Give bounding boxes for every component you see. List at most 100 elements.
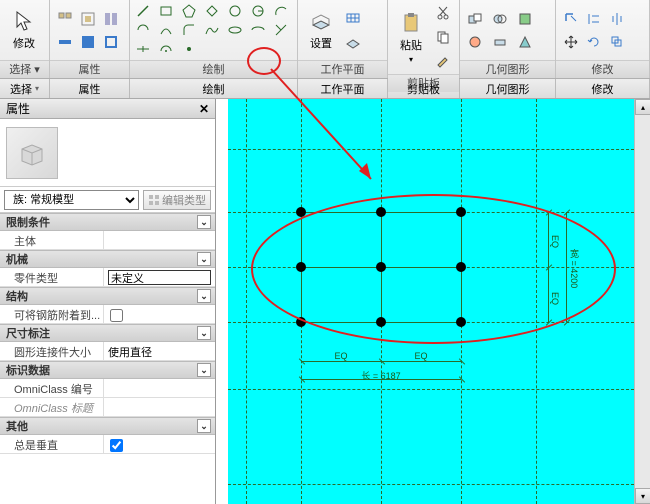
vertical-scrollbar[interactable]: ▴ ▾	[634, 99, 650, 504]
expand-icon[interactable]: ⌄	[197, 215, 211, 229]
workplane-viewer-btn[interactable]	[342, 31, 364, 53]
prop-name: 可将钢筋附着到...	[0, 305, 104, 323]
cat-identity[interactable]: 标识数据⌄	[0, 361, 215, 379]
edit-type-button[interactable]: 编辑类型	[143, 190, 211, 210]
offset-btn[interactable]	[606, 31, 628, 53]
cat-constraints[interactable]: 限制条件⌄	[0, 213, 215, 231]
scroll-down-icon[interactable]: ▾	[635, 488, 650, 504]
partial-ellipse-tool[interactable]	[247, 21, 269, 39]
part-type-input[interactable]	[108, 270, 211, 285]
point-tool[interactable]	[178, 40, 200, 58]
prop-name: OmniClass 编号	[0, 379, 104, 397]
arc-tool[interactable]	[270, 2, 292, 20]
align-btn[interactable]	[560, 8, 582, 30]
circle-tool[interactable]	[224, 2, 246, 20]
prop-row: 圆形连接件大小使用直径	[0, 342, 215, 361]
geom-btn-4[interactable]	[464, 31, 486, 53]
prop-btn-5[interactable]	[77, 31, 99, 53]
match-button[interactable]	[432, 50, 454, 72]
polygon2-tool[interactable]	[201, 2, 223, 20]
prop-btn-2[interactable]	[77, 8, 99, 30]
panel-tab-properties[interactable]: 属性	[50, 79, 130, 98]
move-btn[interactable]	[560, 31, 582, 53]
rebar-checkbox[interactable]	[110, 309, 123, 322]
panel-tab-modify[interactable]: 修改	[556, 79, 650, 98]
panel-tab-geometry[interactable]: 几何图形	[460, 79, 556, 98]
ribbon-group-geometry: 几何图形	[460, 0, 556, 78]
paint-btn[interactable]	[514, 8, 536, 30]
close-icon[interactable]: ✕	[199, 102, 209, 116]
cat-label: 结构	[6, 288, 28, 304]
copy-button[interactable]	[432, 26, 454, 48]
spline-tool[interactable]	[201, 21, 223, 39]
prop-value[interactable]: 使用直径	[104, 342, 215, 360]
geom-btn-6[interactable]	[514, 31, 536, 53]
ribbon-group-modify: 修改	[556, 0, 650, 78]
cut-button[interactable]	[432, 2, 454, 24]
cat-other[interactable]: 其他⌄	[0, 417, 215, 435]
prop-value[interactable]	[104, 379, 215, 397]
expand-icon[interactable]: ⌄	[197, 363, 211, 377]
mirror2-btn[interactable]	[606, 8, 628, 30]
prop-name: 总是垂直	[0, 435, 104, 453]
rotate-btn[interactable]	[583, 31, 605, 53]
panel-tab-select[interactable]: 选择▾	[0, 79, 50, 98]
prop-value[interactable]	[104, 305, 215, 323]
expand-icon[interactable]: ⌄	[197, 326, 211, 340]
cat-dimensions[interactable]: 尺寸标注⌄	[0, 324, 215, 342]
dropdown-icon[interactable]: ▾	[34, 64, 40, 76]
group-title: 几何图形	[460, 60, 555, 78]
cat-label: 机械	[6, 251, 28, 267]
prop-value[interactable]	[104, 268, 215, 286]
workplane-icon	[309, 9, 333, 33]
panel-title: 属性	[6, 100, 30, 117]
prop-btn-4[interactable]	[54, 31, 76, 53]
arc3-tool[interactable]	[155, 21, 177, 39]
geom-btn-5[interactable]	[489, 31, 511, 53]
scroll-up-icon[interactable]: ▴	[635, 99, 650, 115]
show-workplane-btn[interactable]	[342, 7, 364, 29]
line-tool[interactable]	[132, 2, 154, 20]
arc2-tool[interactable]	[132, 21, 154, 39]
prop-btn-6[interactable]	[100, 31, 122, 53]
prop-btn-3[interactable]	[100, 8, 122, 30]
prop-row: OmniClass 标题	[0, 398, 215, 417]
prop-value[interactable]	[104, 435, 215, 453]
prop-value[interactable]	[104, 231, 215, 249]
cat-mechanical[interactable]: 机械 ⌄	[0, 250, 215, 268]
fillet-tool[interactable]	[178, 21, 200, 39]
expand-icon[interactable]: ⌄	[197, 289, 211, 303]
cut-geom-btn[interactable]	[464, 8, 486, 30]
prop-row: 主体	[0, 231, 215, 250]
drawing-canvas[interactable]: EQ EQ 长 = 6187 EQ EQ 宽 = 4200	[216, 99, 634, 504]
expand-icon[interactable]: ⌄	[197, 419, 211, 433]
join-geom-btn[interactable]	[489, 8, 511, 30]
family-type-select[interactable]: 族: 常规模型	[4, 190, 139, 210]
paste-button[interactable]: 粘贴 ▾	[392, 9, 430, 65]
half-arc-tool[interactable]	[155, 40, 177, 58]
button-label: 粘贴	[400, 37, 422, 53]
ellipse-tool[interactable]	[224, 21, 246, 39]
edit-type-icon	[148, 194, 160, 206]
tab-label: 几何图形	[486, 81, 530, 97]
ribbon-group-select: 修改 选择 ▾	[0, 0, 50, 78]
set-workplane-button[interactable]: 设置	[302, 2, 340, 58]
polygon-tool[interactable]	[178, 2, 200, 20]
rect-tool[interactable]	[155, 2, 177, 20]
pick-line2-tool[interactable]	[132, 40, 154, 58]
always-vertical-checkbox[interactable]	[110, 439, 123, 452]
arc-center-tool[interactable]	[247, 2, 269, 20]
type-preview	[0, 119, 215, 187]
prop-btn-1[interactable]	[54, 8, 76, 30]
tab-label: 属性	[79, 81, 101, 97]
group-title: 修改	[556, 60, 649, 78]
group-title: 选择	[9, 64, 31, 76]
pick-line-tool[interactable]	[270, 21, 292, 39]
modify-button[interactable]: 修改	[4, 2, 44, 58]
tab-label: 修改	[592, 81, 614, 97]
prop-value[interactable]	[104, 398, 215, 416]
mirror-btn[interactable]	[583, 8, 605, 30]
expand-icon[interactable]: ⌄	[197, 252, 211, 266]
prop-row: OmniClass 编号	[0, 379, 215, 398]
cat-structure[interactable]: 结构 ⌄	[0, 287, 215, 305]
